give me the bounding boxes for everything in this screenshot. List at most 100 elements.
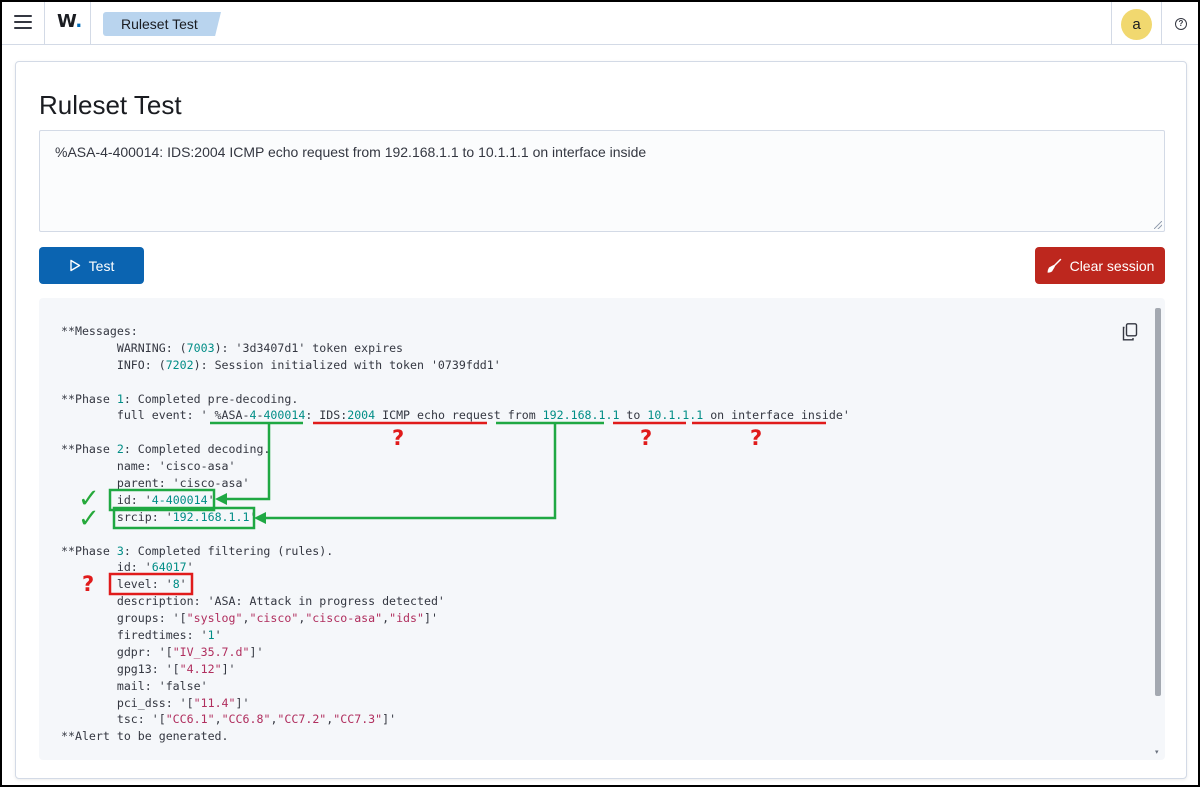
output-number-token: 400014 xyxy=(263,408,306,423)
clear-session-button[interactable]: Clear session xyxy=(1035,247,1165,284)
hamburger-menu-icon[interactable] xyxy=(14,15,32,31)
output-line: WARNING: (7003): '3d3407d1' token expire… xyxy=(61,340,850,357)
output-string-token: "CC7.2" xyxy=(277,712,327,727)
output-text: groups: '[ xyxy=(61,611,187,626)
output-string-token: "CC6.8" xyxy=(221,712,271,727)
event-log-textarea[interactable]: %ASA-4-400014: IDS:2004 ICMP echo reques… xyxy=(39,130,1165,232)
output-line: full event: ' %ASA-4-400014: IDS:2004 IC… xyxy=(61,407,850,424)
breadcrumb-ruleset-test[interactable]: Ruleset Test xyxy=(103,12,221,36)
broom-icon xyxy=(1047,258,1061,273)
output-line: id: '64017' xyxy=(61,559,850,576)
test-output-panel: **Messages: WARNING: (7003): '3d3407d1' … xyxy=(39,298,1165,760)
output-string-token: "ids" xyxy=(389,611,424,626)
resize-handle-icon[interactable] xyxy=(1154,221,1162,229)
output-string-token: "syslog" xyxy=(186,611,243,626)
output-number-token: 10.1.1.1 xyxy=(647,408,704,423)
output-line: gpg13: '["4.12"]' xyxy=(61,661,850,678)
output-text: : Completed filtering (rules). xyxy=(123,543,334,558)
scrollbar-thumb[interactable] xyxy=(1155,308,1161,696)
output-line: firedtimes: '1' xyxy=(61,627,850,644)
output-text: pci_dss: '[ xyxy=(61,695,194,710)
output-text: tsc: '[ xyxy=(61,712,166,727)
output-number-token: 4-400014 xyxy=(151,492,208,507)
output-number-token: 2004 xyxy=(347,408,376,423)
output-string-token: "CC6.1" xyxy=(165,712,215,727)
output-text: ): '3d3407d1' token expires xyxy=(214,340,404,355)
test-button[interactable]: Test xyxy=(39,247,144,284)
output-string-token: "IV_35.7.d" xyxy=(172,644,250,659)
output-number-token: 7202 xyxy=(165,357,194,372)
header-divider xyxy=(1161,2,1162,45)
output-string-token: "cisco" xyxy=(249,611,299,626)
output-text: **Phase xyxy=(61,442,117,457)
output-number-token: 3 xyxy=(116,543,124,558)
header-divider xyxy=(1111,2,1112,45)
play-icon xyxy=(69,259,80,272)
output-text: **Phase xyxy=(61,391,117,406)
output-text: ]' xyxy=(382,712,397,727)
output-number-token: 64017 xyxy=(151,560,187,575)
top-header: W. Ruleset Test a ? xyxy=(2,2,1198,45)
output-line: id: '4-400014' xyxy=(61,492,850,509)
output-number-token: 8 xyxy=(172,577,180,592)
output-line: **Phase 2: Completed decoding. xyxy=(61,441,850,458)
question-mark-annotation: ? xyxy=(392,426,405,450)
output-line: **Alert to be generated. xyxy=(61,728,850,745)
output-text: : IDS: xyxy=(305,408,348,423)
output-string-token: "cisco-asa" xyxy=(305,611,383,626)
user-avatar[interactable]: a xyxy=(1121,9,1152,40)
output-text: ]' xyxy=(221,661,236,676)
output-number-token: 2 xyxy=(116,442,124,457)
output-text: ' xyxy=(249,509,257,524)
output-text: ): Session initialized with token '0739f… xyxy=(193,357,501,372)
output-text: ]' xyxy=(424,611,438,626)
output-text: WARNING: ( xyxy=(61,340,187,355)
output-text: description: 'ASA: Attack in progress de… xyxy=(61,594,445,609)
scroll-down-arrow-icon[interactable]: ▾ xyxy=(1155,748,1159,756)
clear-session-label: Clear session xyxy=(1069,257,1155,274)
output-text: INFO: ( xyxy=(61,357,166,372)
output-string-token: "CC7.3" xyxy=(333,712,383,727)
question-mark-annotation: ? xyxy=(750,426,763,450)
help-icon[interactable]: ? xyxy=(1175,18,1187,30)
output-text: level: ' xyxy=(61,577,173,592)
output-text: firedtimes: ' xyxy=(61,628,208,643)
logo-letter: W xyxy=(57,11,76,32)
event-log-text: %ASA-4-400014: IDS:2004 ICMP echo reques… xyxy=(55,144,647,160)
output-line: name: 'cisco-asa' xyxy=(61,458,850,475)
output-text: mail: 'false' xyxy=(61,678,208,693)
output-line: parent: 'cisco-asa' xyxy=(61,475,850,492)
app-logo[interactable]: W. xyxy=(57,11,82,32)
output-string-token: "4.12" xyxy=(179,661,222,676)
output-line: pci_dss: '["11.4"]' xyxy=(61,695,850,712)
copy-clipboard-icon[interactable] xyxy=(1122,323,1138,341)
output-text: : Completed decoding. xyxy=(123,442,271,457)
output-line: mail: 'false' xyxy=(61,678,850,695)
output-text: to xyxy=(619,408,648,423)
output-line: gdpr: '["IV_35.7.d"]' xyxy=(61,644,850,661)
output-line: **Phase 3: Completed filtering (rules). xyxy=(61,543,850,560)
question-mark-annotation: ? xyxy=(82,572,95,596)
output-text: on interface inside' xyxy=(703,408,850,423)
output-text: **Messages: xyxy=(61,324,138,338)
output-scrollbar[interactable]: ▾ xyxy=(1154,308,1162,756)
output-line: level: '8' xyxy=(61,576,850,593)
output-text: ]' xyxy=(249,644,264,659)
output-text: ]' xyxy=(235,695,250,710)
test-button-label: Test xyxy=(88,257,115,274)
output-line: INFO: (7202): Session initialized with t… xyxy=(61,357,850,374)
output-text: : Completed pre-decoding. xyxy=(123,391,299,406)
output-number-token: 7003 xyxy=(186,340,215,355)
output-text: ' xyxy=(186,560,194,575)
header-divider xyxy=(90,2,91,45)
output-text: full event: ' %ASA- xyxy=(61,408,250,423)
output-string-token: "11.4" xyxy=(193,695,236,710)
output-line: **Messages: xyxy=(61,323,850,340)
output-text: id: ' xyxy=(61,492,152,507)
output-line: groups: '["syslog","cisco","cisco-asa","… xyxy=(61,610,850,627)
check-mark-annotation: ✓ xyxy=(78,504,100,534)
output-text: gpg13: '[ xyxy=(61,661,180,676)
